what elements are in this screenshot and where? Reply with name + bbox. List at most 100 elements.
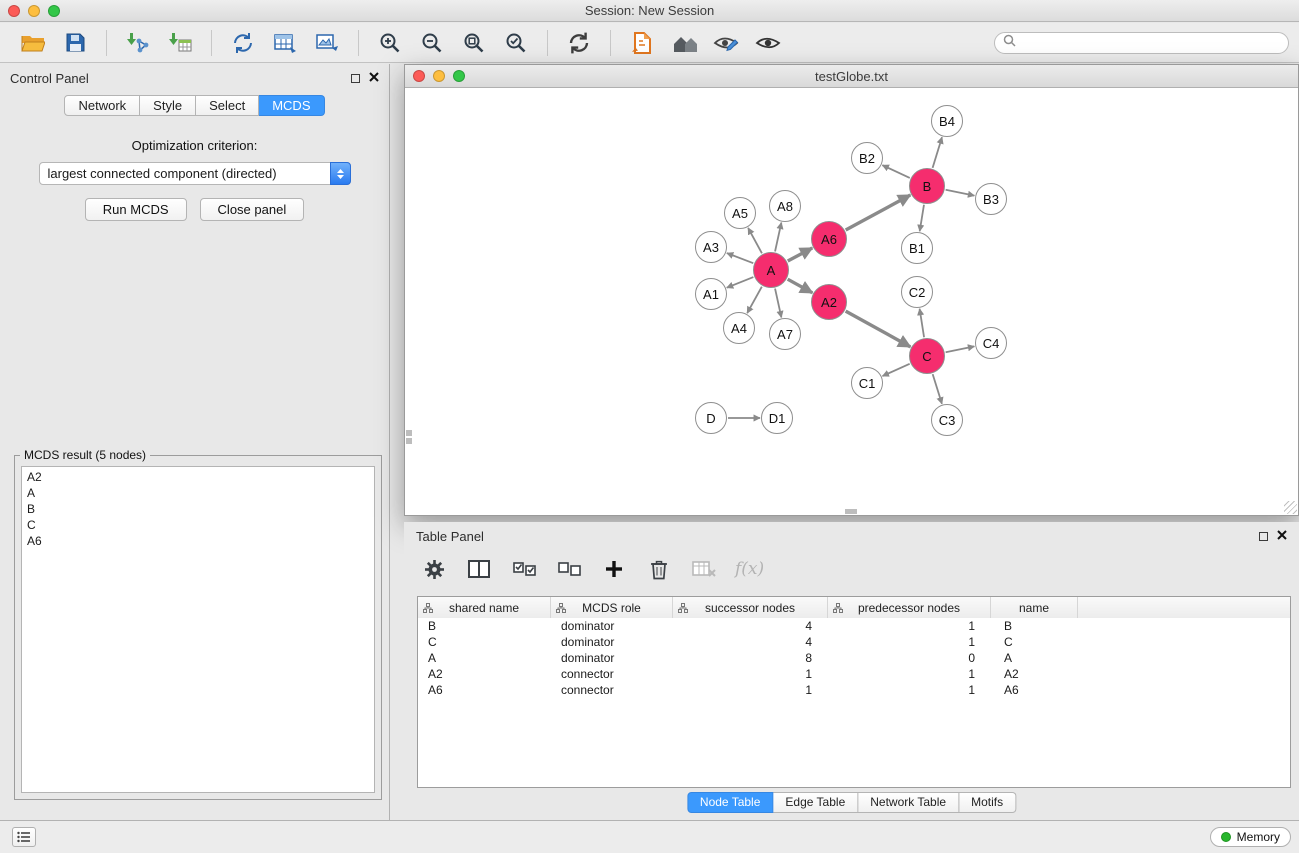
export-image-icon[interactable]: [313, 29, 341, 57]
table-cell[interactable]: 1: [673, 667, 828, 681]
annotate-eye-icon[interactable]: [712, 29, 740, 57]
zoom-traffic-light-icon[interactable]: [48, 5, 60, 17]
mcds-result-list[interactable]: A2ABCA6: [21, 466, 375, 793]
mcds-result-item[interactable]: A6: [27, 533, 369, 549]
graph-node-A8[interactable]: A8: [769, 190, 801, 222]
function-builder-icon[interactable]: f(x): [735, 559, 764, 579]
mcds-result-item[interactable]: A2: [27, 469, 369, 485]
tab-motifs[interactable]: Motifs: [959, 792, 1016, 813]
column-header-mcds-role[interactable]: MCDS role: [551, 597, 673, 618]
graph-node-A5[interactable]: A5: [724, 197, 756, 229]
trash-icon[interactable]: [645, 555, 673, 583]
gear-icon[interactable]: [420, 555, 448, 583]
eye-icon[interactable]: [754, 29, 782, 57]
new-network-icon[interactable]: [229, 29, 257, 57]
float-panel-icon[interactable]: [351, 74, 360, 83]
table-cell[interactable]: 1: [828, 619, 991, 633]
mcds-result-item[interactable]: A: [27, 485, 369, 501]
tab-mcds[interactable]: MCDS: [259, 95, 324, 116]
network-canvas[interactable]: B4B2BB3A5A8A6A3AB1A1A2C2A4A7C4CC1C3DD1: [405, 89, 1298, 515]
graph-node-C1[interactable]: C1: [851, 367, 883, 399]
table-row[interactable]: A6connector11A6: [418, 682, 1290, 698]
graph-node-C3[interactable]: C3: [931, 404, 963, 436]
tab-style[interactable]: Style: [140, 95, 196, 116]
tab-network[interactable]: Network: [64, 95, 140, 116]
save-icon[interactable]: [61, 29, 89, 57]
add-row-icon[interactable]: [600, 555, 628, 583]
close-panel-icon[interactable]: [369, 69, 379, 87]
table-cell[interactable]: A: [418, 651, 551, 665]
table-cell[interactable]: connector: [551, 667, 673, 681]
task-history-button[interactable]: [12, 827, 36, 847]
search-box[interactable]: [994, 32, 1289, 54]
table-cell[interactable]: 1: [828, 635, 991, 649]
network-window-titlebar[interactable]: testGlobe.txt: [405, 65, 1298, 88]
home-icon[interactable]: [670, 29, 698, 57]
open-folder-icon[interactable]: [19, 29, 47, 57]
table-cell[interactable]: 1: [828, 667, 991, 681]
table-cell[interactable]: A: [991, 651, 1078, 665]
graph-node-A4[interactable]: A4: [723, 312, 755, 344]
tab-select[interactable]: Select: [196, 95, 259, 116]
zoom-selected-icon[interactable]: [502, 29, 530, 57]
open-document-icon[interactable]: [628, 29, 656, 57]
graph-node-B4[interactable]: B4: [931, 105, 963, 137]
column-header-successor-nodes[interactable]: successor nodes: [673, 597, 828, 618]
delete-table-icon[interactable]: [690, 555, 718, 583]
network-minimize-traffic-light-icon[interactable]: [433, 70, 445, 82]
table-cell[interactable]: A6: [991, 683, 1078, 697]
graph-node-A1[interactable]: A1: [695, 278, 727, 310]
zoom-in-icon[interactable]: [376, 29, 404, 57]
column-header-predecessor-nodes[interactable]: predecessor nodes: [828, 597, 991, 618]
tab-network-table[interactable]: Network Table: [858, 792, 959, 813]
graph-node-B3[interactable]: B3: [975, 183, 1007, 215]
table-cell[interactable]: 1: [828, 683, 991, 697]
table-row[interactable]: Bdominator41B: [418, 618, 1290, 634]
zoom-fit-icon[interactable]: [460, 29, 488, 57]
close-table-panel-icon[interactable]: [1277, 527, 1287, 545]
graph-node-B2[interactable]: B2: [851, 142, 883, 174]
table-cell[interactable]: 4: [673, 619, 828, 633]
table-cell[interactable]: C: [418, 635, 551, 649]
vertical-scrollbar-mark[interactable]: [406, 430, 412, 436]
table-cell[interactable]: dominator: [551, 651, 673, 665]
optimization-criterion-select[interactable]: largest connected component (directed): [39, 162, 351, 185]
column-header-name[interactable]: name: [991, 597, 1078, 618]
table-row[interactable]: Adominator80A: [418, 650, 1290, 666]
float-table-panel-icon[interactable]: [1259, 532, 1268, 541]
column-header-shared-name[interactable]: shared name: [418, 597, 551, 618]
table-cell[interactable]: 4: [673, 635, 828, 649]
run-mcds-button[interactable]: Run MCDS: [85, 198, 187, 221]
graph-node-A2[interactable]: A2: [811, 284, 847, 320]
graph-node-D1[interactable]: D1: [761, 402, 793, 434]
minimize-traffic-light-icon[interactable]: [28, 5, 40, 17]
graph-node-A[interactable]: A: [753, 252, 789, 288]
table-cell[interactable]: 8: [673, 651, 828, 665]
window-resize-grip[interactable]: [1284, 501, 1297, 514]
table-cell[interactable]: B: [418, 619, 551, 633]
network-zoom-traffic-light-icon[interactable]: [453, 70, 465, 82]
table-cell[interactable]: 1: [673, 683, 828, 697]
column-visibility-icon[interactable]: [465, 555, 493, 583]
tab-node-table[interactable]: Node Table: [687, 792, 774, 813]
close-traffic-light-icon[interactable]: [8, 5, 20, 17]
table-cell[interactable]: C: [991, 635, 1078, 649]
table-cell[interactable]: A6: [418, 683, 551, 697]
import-network-icon[interactable]: [124, 29, 152, 57]
horizontal-scrollbar-mark[interactable]: [845, 509, 857, 514]
mcds-result-item[interactable]: C: [27, 517, 369, 533]
table-cell[interactable]: dominator: [551, 635, 673, 649]
table-cell[interactable]: connector: [551, 683, 673, 697]
mcds-result-item[interactable]: B: [27, 501, 369, 517]
graph-node-D[interactable]: D: [695, 402, 727, 434]
deselect-all-icon[interactable]: [555, 555, 583, 583]
tab-edge-table[interactable]: Edge Table: [773, 792, 858, 813]
table-row[interactable]: A2connector11A2: [418, 666, 1290, 682]
graph-node-B1[interactable]: B1: [901, 232, 933, 264]
table-row[interactable]: Cdominator41C: [418, 634, 1290, 650]
graph-node-A6[interactable]: A6: [811, 221, 847, 257]
table-cell[interactable]: 0: [828, 651, 991, 665]
table-cell[interactable]: B: [991, 619, 1078, 633]
graph-node-C2[interactable]: C2: [901, 276, 933, 308]
import-table-icon[interactable]: [166, 29, 194, 57]
